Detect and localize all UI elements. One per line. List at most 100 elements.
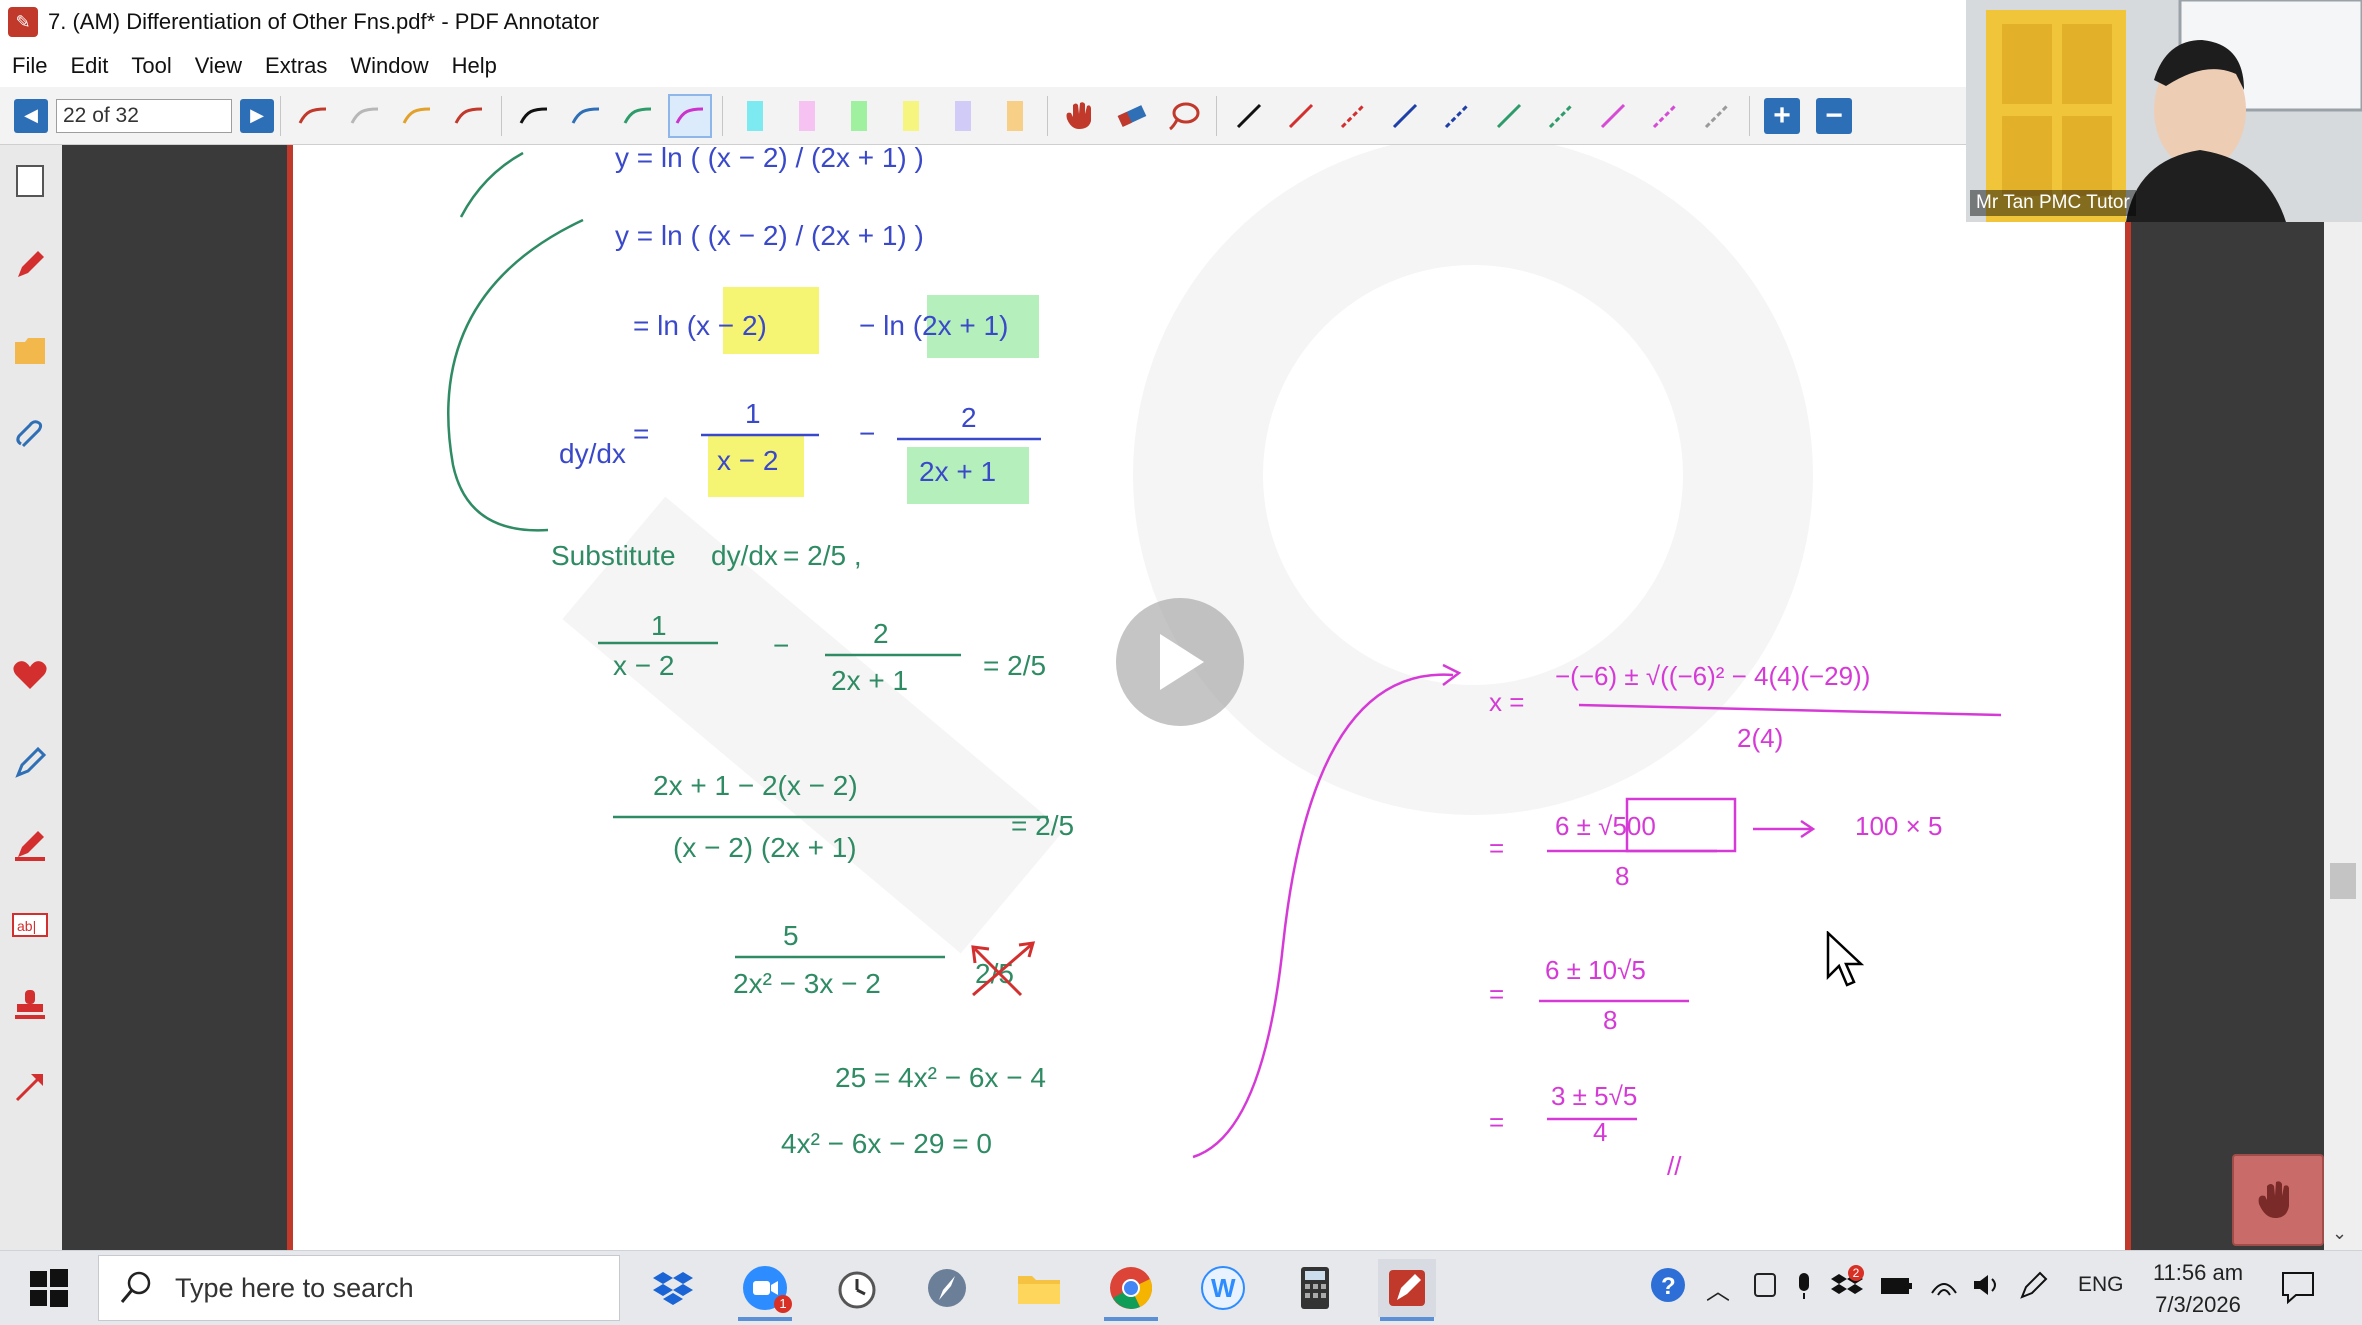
battery-icon[interactable] (1880, 1271, 1914, 1299)
line-tool-green[interactable] (1487, 94, 1531, 138)
pen-tool-green[interactable] (616, 94, 660, 138)
zoom-in-button[interactable]: + (1764, 97, 1800, 134)
favorites-heart-icon[interactable] (10, 655, 50, 695)
highlighter-pink[interactable] (785, 94, 829, 138)
menu-window[interactable]: Window (338, 53, 439, 79)
line-tool-red[interactable] (1279, 94, 1323, 138)
menu-edit[interactable]: Edit (58, 53, 119, 79)
green-eq4: 25 = 4x² − 6x − 4 (835, 1062, 1046, 1093)
device-icon[interactable] (1752, 1271, 1778, 1299)
next-page-button[interactable]: ▶ (240, 98, 274, 133)
menu-help[interactable]: Help (440, 53, 508, 79)
pen-tool-red[interactable] (291, 94, 335, 138)
magenta-x-equals: x = (1489, 687, 1524, 717)
pen-tool-black[interactable] (512, 94, 556, 138)
play-button[interactable] (1116, 598, 1244, 726)
hand-icon[interactable] (1058, 94, 1102, 138)
active-app-indicator (1104, 1317, 1158, 1321)
scrollbar-thumb[interactable] (2330, 863, 2356, 899)
blue-line-3a: = ln (x − 2) (633, 310, 767, 341)
highlighter-icon[interactable] (10, 825, 50, 865)
line-tool-black[interactable] (1227, 94, 1271, 138)
clock-app-icon[interactable] (828, 1259, 886, 1317)
zoom-out-button[interactable]: − (1816, 97, 1852, 134)
dashed-line-tool-grey[interactable] (1695, 94, 1739, 138)
eraser-icon[interactable] (1110, 94, 1154, 138)
highlighter-lavender[interactable] (941, 94, 985, 138)
blue-line-1: y = ln ( (x − 2) / (2x + 1) ) (615, 145, 924, 173)
chrome-icon[interactable] (1102, 1259, 1160, 1321)
window-title: 7. (AM) Differentiation of Other Fns.pdf… (48, 9, 600, 34)
raise-hand-button[interactable] (2232, 1154, 2324, 1246)
whiteboard-app-icon[interactable]: W (1194, 1259, 1252, 1317)
svg-text:?: ? (1661, 1273, 1676, 1300)
toolbar-separator (501, 95, 502, 136)
language-indicator[interactable]: ENG (2078, 1273, 2124, 1297)
green-eq1-frac1-den: x − 2 (613, 650, 674, 681)
notification-center-icon[interactable] (2280, 1269, 2316, 1305)
pdf-notification-badge: 2 (1848, 1265, 1864, 1281)
blue-frac2-num: 2 (961, 402, 977, 433)
page-number-input[interactable] (56, 98, 232, 133)
system-clock[interactable]: 11:56 am 7/3/2026 (2138, 1257, 2258, 1321)
pen-tool-grey[interactable] (343, 94, 387, 138)
line-tool-blue[interactable] (1383, 94, 1427, 138)
dashed-line-tool-red[interactable] (1331, 94, 1375, 138)
green-eq2-num: 2x + 1 − 2(x − 2) (653, 770, 858, 801)
help-icon[interactable]: ? (1650, 1267, 1686, 1303)
pdf-annotator-taskbar-icon[interactable] (1378, 1259, 1436, 1321)
highlighter-orange[interactable] (993, 94, 1037, 138)
dashed-line-tool-blue[interactable] (1435, 94, 1479, 138)
dashed-line-tool-green[interactable] (1539, 94, 1583, 138)
paperclip-icon[interactable] (10, 415, 50, 455)
highlighter-cyan[interactable] (733, 94, 777, 138)
pen-tool-blue[interactable] (564, 94, 608, 138)
green-sub-value: = 2/5 , (783, 540, 862, 571)
magenta-step1-note: 100 × 5 (1855, 811, 1942, 841)
note-icon[interactable] (10, 331, 50, 371)
dashed-line-tool-magenta[interactable] (1643, 94, 1687, 138)
highlighter-yellow[interactable] (889, 94, 933, 138)
pdf-annotator-app-icon[interactable]: ✎ (8, 7, 38, 37)
previous-page-button[interactable]: ◀ (14, 98, 48, 133)
scroll-down-icon[interactable]: ⌄ (2332, 1223, 2347, 1244)
wifi-icon[interactable] (1928, 1271, 1960, 1299)
green-sub-dydx: dy/dx (711, 540, 778, 571)
highlighter-green[interactable] (837, 94, 881, 138)
vertical-scrollbar[interactable]: ⌄ (2324, 145, 2362, 1250)
lasso-icon[interactable] (1162, 94, 1206, 138)
compass-app-icon[interactable] (918, 1259, 976, 1317)
menu-tool[interactable]: Tool (119, 53, 182, 79)
webcam-name-label: Mr Tan PMC Tutor (1970, 190, 2136, 216)
taskbar-search-box[interactable]: Type here to search (98, 1255, 620, 1321)
pen-workspace-icon[interactable] (2018, 1271, 2048, 1301)
toolbar-separator (1749, 95, 1750, 136)
line-tool-magenta[interactable] (1591, 94, 1635, 138)
green-substitute-label: Substitute (551, 540, 676, 571)
microphone-icon[interactable] (1794, 1271, 1814, 1301)
pen-tool-orange[interactable] (395, 94, 439, 138)
show-hidden-icons-chevron-icon[interactable]: ︿ (1706, 1271, 1730, 1306)
menu-extras[interactable]: Extras (253, 53, 338, 79)
calculator-app-icon[interactable] (1286, 1259, 1344, 1317)
magenta-step2-denominator: 8 (1603, 1005, 1617, 1035)
toolbar-separator (1047, 95, 1048, 136)
pen-icon[interactable] (10, 245, 50, 285)
file-explorer-icon[interactable] (1010, 1259, 1068, 1317)
menu-file[interactable]: File (0, 53, 58, 79)
magenta-step1-numerator: 6 ± √500 (1555, 811, 1656, 841)
menu-view[interactable]: View (183, 53, 253, 79)
clock-time: 11:56 am (2152, 1260, 2244, 1285)
zoom-app-icon[interactable]: 1 (736, 1259, 794, 1321)
favorite-pen-icon[interactable] (10, 743, 50, 783)
text-field-icon[interactable]: ab| (10, 905, 50, 945)
volume-icon[interactable] (1972, 1271, 2002, 1299)
dropbox-icon[interactable] (644, 1259, 702, 1317)
blank-page-icon[interactable] (10, 161, 50, 201)
stamp-icon[interactable] (10, 985, 50, 1025)
pen-tool-darkred[interactable] (447, 94, 491, 138)
pen-tool-magenta[interactable] (668, 93, 712, 138)
windows-start-icon[interactable] (30, 1269, 68, 1307)
arrow-tool-icon[interactable] (10, 1067, 50, 1107)
green-eq3-rhs: 2/5 (975, 958, 1014, 989)
